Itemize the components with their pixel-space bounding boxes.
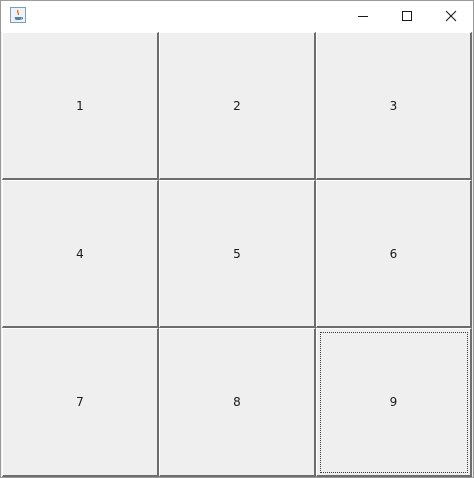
java-app-icon	[10, 7, 26, 23]
grid-button-3[interactable]: 3	[316, 32, 472, 180]
grid-button-label: 4	[76, 246, 84, 261]
grid-button-label: 7	[76, 395, 84, 409]
minimize-icon	[357, 7, 369, 26]
grid-button-8[interactable]: 8	[159, 328, 316, 477]
grid-button-label: 1	[76, 98, 84, 113]
close-button[interactable]	[429, 1, 473, 32]
grid-button-7[interactable]: 7	[2, 328, 159, 477]
grid-button-9[interactable]: 9	[316, 328, 472, 477]
close-icon	[445, 7, 457, 26]
grid-button-2[interactable]: 2	[159, 32, 316, 180]
app-window: 1 2 3 4 5 6 7 8 9	[0, 0, 474, 478]
grid-button-1[interactable]: 1	[2, 32, 159, 180]
grid-button-label: 9	[389, 395, 398, 409]
maximize-icon	[401, 7, 413, 26]
grid-button-label: 6	[389, 246, 398, 261]
grid-button-label: 3	[389, 98, 398, 113]
button-grid: 1 2 3 4 5 6 7 8 9	[2, 32, 472, 477]
title-bar[interactable]	[1, 1, 473, 32]
grid-button-label: 2	[233, 98, 241, 113]
maximize-button[interactable]	[385, 1, 429, 32]
minimize-button[interactable]	[341, 1, 385, 32]
grid-button-label: 8	[233, 395, 241, 409]
grid-button-4[interactable]: 4	[2, 180, 159, 328]
grid-button-label: 5	[233, 246, 241, 261]
grid-button-5[interactable]: 5	[159, 180, 316, 328]
grid-button-6[interactable]: 6	[316, 180, 472, 328]
